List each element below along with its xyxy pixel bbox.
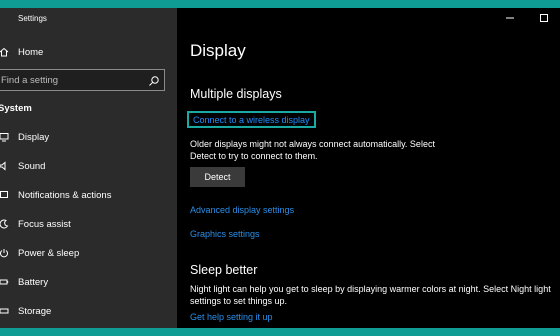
sidebar-item-label: Sound — [18, 160, 46, 172]
main-content: Display Multiple displays Connect to a w… — [177, 8, 560, 328]
sidebar-item-label: Notifications & actions — [18, 189, 112, 201]
sidebar-item-notifications[interactable]: Notifications & actions — [0, 182, 177, 208]
displays-note-line-2: Detect to try to connect to them. — [190, 151, 318, 161]
advanced-display-settings-link[interactable]: Advanced display settings — [190, 205, 294, 215]
storage-icon — [0, 306, 11, 316]
sidebar-item-label: Battery — [18, 276, 49, 288]
search-input[interactable] — [0, 74, 142, 86]
sidebar-item-storage[interactable]: Storage — [0, 298, 177, 324]
battery-icon — [0, 277, 11, 287]
sidebar-item-label: Home — [18, 46, 44, 58]
notifications-icon — [0, 190, 11, 200]
displays-note-line-1: Older displays might not always connect … — [190, 139, 435, 149]
section-heading-sleep-better: Sleep better — [190, 263, 258, 277]
focus-assist-icon — [0, 219, 11, 229]
graphics-settings-link[interactable]: Graphics settings — [190, 229, 260, 239]
sidebar-item-battery[interactable]: Battery — [0, 269, 177, 295]
display-icon — [0, 132, 11, 142]
sidebar-item-label: Focus assist — [18, 218, 71, 230]
maximize-icon[interactable] — [538, 12, 550, 24]
window-controls — [504, 12, 550, 24]
sidebar: Settings Home System Display Sound — [0, 8, 177, 328]
sleep-text-line-2: settings to set things up. — [190, 296, 288, 306]
search-icon[interactable] — [148, 74, 160, 86]
sidebar-item-power-sleep[interactable]: Power & sleep — [0, 240, 177, 266]
sidebar-item-home[interactable]: Home — [0, 39, 177, 65]
window-title: Settings — [18, 14, 47, 23]
sleep-text-line-1: Night light can help you get to sleep by… — [190, 284, 551, 294]
sidebar-item-display[interactable]: Display — [0, 124, 177, 150]
section-heading-multiple-displays: Multiple displays — [190, 87, 282, 101]
sidebar-item-label: Storage — [18, 305, 52, 317]
power-icon — [0, 248, 11, 258]
sidebar-item-label: Power & sleep — [18, 247, 80, 259]
sound-icon — [0, 161, 11, 171]
home-icon — [0, 47, 11, 57]
get-help-link[interactable]: Get help setting it up — [190, 312, 273, 322]
page-title: Display — [190, 41, 246, 60]
search-box[interactable] — [0, 69, 165, 91]
minimize-icon[interactable] — [504, 12, 516, 24]
sidebar-item-focus-assist[interactable]: Focus assist — [0, 211, 177, 237]
connect-wireless-display-link[interactable]: Connect to a wireless display — [187, 111, 316, 128]
detect-button[interactable]: Detect — [190, 167, 245, 187]
settings-window: Settings Home System Display Sound — [0, 8, 560, 328]
sidebar-section-label: System — [0, 103, 32, 114]
sidebar-item-label: Display — [18, 131, 50, 143]
sidebar-item-sound[interactable]: Sound — [0, 153, 177, 179]
